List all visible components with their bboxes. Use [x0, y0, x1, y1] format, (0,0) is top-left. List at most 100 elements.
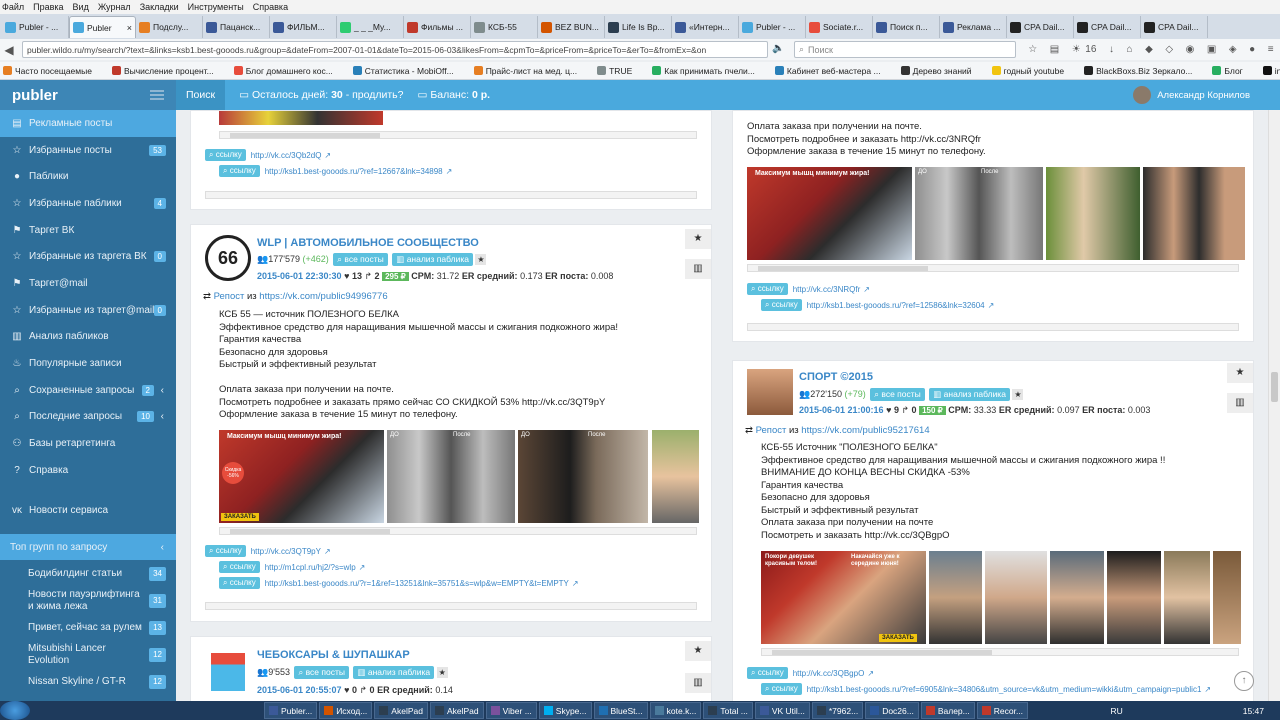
before-after-image[interactable]: ДО После: [387, 430, 515, 523]
taskbar-item[interactable]: BlueSt...: [593, 702, 648, 719]
photo-image[interactable]: [1164, 551, 1210, 644]
menu-bookmarks[interactable]: Закладки: [140, 2, 179, 12]
menu-help[interactable]: Справка: [253, 2, 288, 12]
group-title[interactable]: ЧЕБОКСАРЫ & ШУПАШКАР: [257, 649, 410, 661]
bookmark-item[interactable]: Дерево знаний: [900, 66, 982, 76]
browser-tab[interactable]: Реклама ...: [940, 16, 1007, 38]
top-group-item[interactable]: Новости пауэрлифтинга и жима лежа 31: [0, 587, 176, 614]
menu-file[interactable]: Файл: [2, 2, 24, 12]
sidebar-item[interactable]: ⚇ Базы ретаргетинга: [0, 430, 176, 457]
analysis-button[interactable]: ▥ анализ паблика: [353, 666, 435, 679]
bookmark-item[interactable]: Статистика - MobiOff...: [352, 66, 464, 76]
favorite-button[interactable]: ★: [685, 641, 711, 661]
taskbar-item[interactable]: Recor...: [976, 702, 1029, 719]
taskbar-item[interactable]: Viber ...: [485, 702, 537, 719]
days-remaining[interactable]: ▭ Осталось дней: 30 - продлить?: [239, 89, 403, 101]
repost-link[interactable]: https://vk.com/public94996776: [259, 291, 387, 302]
photo-image[interactable]: [1143, 167, 1245, 260]
sidebar-item[interactable]: ▥ Анализ пабликов: [0, 324, 176, 351]
tag-icon[interactable]: ◇: [1165, 44, 1173, 55]
puzzle-icon[interactable]: ◆: [1145, 44, 1153, 55]
link-url[interactable]: http://ksb1.best-gooods.ru/?r=1&ref=1325…: [265, 579, 569, 588]
link-button[interactable]: ⌕ ссылку: [219, 577, 260, 589]
taskbar-item[interactable]: Валер...: [920, 702, 975, 719]
user-menu[interactable]: Александр Корнилов: [1133, 86, 1250, 104]
browser-tab[interactable]: Пацанск...: [203, 16, 270, 38]
all-posts-button[interactable]: ⌕ все посты: [333, 253, 388, 266]
bookmark-item[interactable]: Блог домашнего кос...: [233, 66, 343, 76]
browser-tab[interactable]: Подслу...: [136, 16, 203, 38]
link-button[interactable]: ⌕ ссылку: [761, 683, 802, 695]
bookmark-item[interactable]: TRUE: [597, 66, 642, 76]
browser-tab[interactable]: BEZ BUN...: [538, 16, 605, 38]
photo-image[interactable]: [985, 551, 1047, 644]
group-title[interactable]: СПОРТ ©2015: [799, 371, 873, 383]
group-avatar[interactable]: 66: [205, 235, 251, 281]
before-after-image[interactable]: ДО После: [915, 167, 1043, 260]
taskbar-item[interactable]: AkelPad: [374, 702, 428, 719]
browser-tab[interactable]: _ _ _My...: [337, 16, 404, 38]
product-banner-image[interactable]: Покори девушек красивым телом! Накачайся…: [761, 551, 926, 644]
photo-image[interactable]: [929, 551, 982, 644]
weather-icon[interactable]: ☀: [1072, 44, 1081, 55]
link-url[interactable]: http://ksb1.best-gooods.ru/?ref=12586&ln…: [807, 301, 985, 310]
all-posts-button[interactable]: ⌕ все посты: [294, 666, 349, 679]
external-link-icon[interactable]: ↗: [359, 563, 366, 572]
photo-image[interactable]: [1213, 551, 1241, 644]
browser-tab[interactable]: Publer - ...: [2, 16, 69, 38]
menu-history[interactable]: Журнал: [98, 2, 131, 12]
stats-button[interactable]: ▥: [685, 673, 711, 693]
page-scrollbar[interactable]: [1268, 110, 1280, 701]
shield-icon[interactable]: ◈: [1229, 44, 1237, 55]
photo-image[interactable]: [1046, 167, 1140, 260]
favorite-star-icon[interactable]: ★: [436, 667, 448, 678]
favorite-button[interactable]: ★: [1227, 363, 1253, 383]
image-scrollbar[interactable]: [747, 264, 1239, 272]
sidebar-item[interactable]: ☆ Избранные из таргет@mail 0: [0, 297, 176, 324]
link-button[interactable]: ⌕ ссылку: [219, 165, 260, 177]
browser-tab[interactable]: Фильмы ...: [404, 16, 471, 38]
top-group-item[interactable]: Nissan Skyline / GT-R 12: [0, 668, 176, 695]
before-after-image[interactable]: ДО После: [518, 430, 648, 523]
photo-image[interactable]: [1050, 551, 1104, 644]
group-avatar[interactable]: [747, 369, 793, 415]
external-link-icon[interactable]: ↗: [324, 151, 331, 160]
post-date[interactable]: 2015-06-01 22:30:30: [257, 271, 342, 281]
bookmark-item[interactable]: instap.ru - отложени...: [1262, 66, 1280, 76]
product-banner-image[interactable]: Максимум мышц минимум жира!: [747, 167, 912, 260]
link-url[interactable]: http://vk.cc/3Qb2dQ: [251, 151, 322, 160]
page-scrollbar-thumb[interactable]: [1271, 372, 1278, 402]
all-posts-button[interactable]: ⌕ все посты: [870, 388, 925, 401]
sidebar-item[interactable]: ▤ Рекламные посты: [0, 110, 176, 137]
stats-button[interactable]: ▥: [685, 259, 711, 279]
external-link-icon[interactable]: ↗: [324, 547, 331, 556]
sidebar-item[interactable]: ⚑ Таргет@mail: [0, 270, 176, 297]
sidebar-item[interactable]: ? Справка: [0, 457, 176, 484]
link-button[interactable]: ⌕ ссылку: [761, 299, 802, 311]
group-title[interactable]: WLP | АВТОМОБИЛЬНОЕ СООБЩЕСТВО: [257, 237, 479, 249]
browser-tab[interactable]: КСБ-55: [471, 16, 538, 38]
taskbar-item[interactable]: VK Util...: [754, 702, 810, 719]
external-link-icon[interactable]: ↗: [863, 285, 870, 294]
brand-logo[interactable]: publer: [12, 87, 58, 104]
favorite-star-icon[interactable]: ★: [1012, 389, 1024, 400]
taskbar-item[interactable]: Skype...: [538, 702, 592, 719]
hamburger-icon[interactable]: [150, 90, 164, 100]
sidebar-item[interactable]: ⌕ Сохраненные запросы 2 ‹: [0, 377, 176, 404]
browser-tab[interactable]: Поиск п...: [873, 16, 940, 38]
link-url[interactable]: http://ksb1.best-gooods.ru/?ref=12667&ln…: [265, 167, 443, 176]
external-link-icon[interactable]: ↗: [1204, 685, 1211, 694]
browser-tab[interactable]: CPA Dail...: [1007, 16, 1074, 38]
repost-label[interactable]: Репост: [214, 291, 245, 302]
link-button[interactable]: ⌕ ссылку: [747, 283, 788, 295]
bookmark-item[interactable]: BlackBoxs.Biz Зеркало...: [1084, 66, 1202, 76]
external-link-icon[interactable]: ↗: [572, 579, 579, 588]
favorite-button[interactable]: ★: [685, 229, 711, 249]
card-scrollbar[interactable]: [747, 323, 1239, 331]
bookmark-item[interactable]: Часто посещаемые: [3, 66, 102, 76]
sidebar-item[interactable]: ⚑ Таргет ВК: [0, 217, 176, 244]
browser-tab[interactable]: Sociate.r...: [806, 16, 873, 38]
bookmark-item[interactable]: Кабинет веб-мастера ...: [774, 66, 891, 76]
external-link-icon[interactable]: ↗: [446, 167, 453, 176]
search-tab[interactable]: Поиск: [176, 80, 226, 110]
